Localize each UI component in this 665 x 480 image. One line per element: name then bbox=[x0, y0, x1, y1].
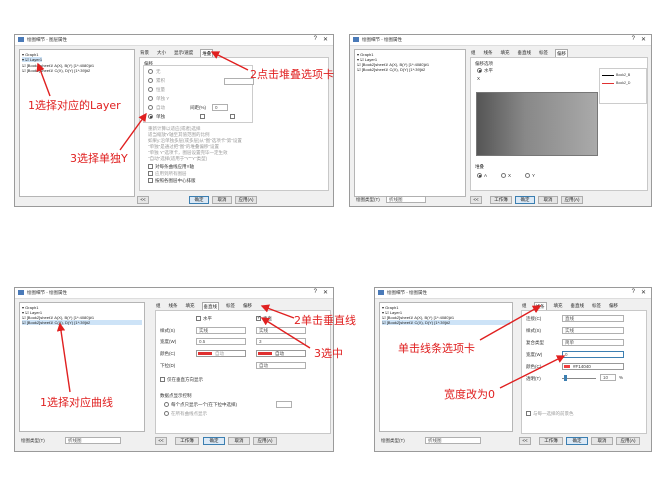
annotation-width-zero: 宽度改为0 bbox=[444, 388, 495, 401]
arrow-b1-dropline bbox=[260, 304, 295, 319]
arrow-c1-line-tab bbox=[479, 305, 542, 341]
annotation-check: 3选中 bbox=[314, 347, 343, 360]
annotation-click-dropline: 2单击垂直线 bbox=[294, 314, 356, 327]
annotation-individual-y: 3选择单独Y bbox=[70, 152, 128, 165]
arrow-3-individual-y bbox=[119, 112, 147, 151]
annotation-select-layer: 1选择对应的Layer bbox=[28, 99, 121, 112]
annotation-select-curve: 1选择对应曲线 bbox=[40, 396, 113, 409]
arrow-2-stack bbox=[210, 51, 249, 71]
arrow-c2-width bbox=[499, 355, 566, 389]
arrow-1-layer bbox=[36, 62, 51, 97]
annotation-click-stack: 2点击堆叠选项卡 bbox=[250, 68, 334, 81]
annotation-line-tab: 单击线条选项卡 bbox=[398, 342, 475, 355]
arrow-b3-curve bbox=[56, 322, 71, 393]
